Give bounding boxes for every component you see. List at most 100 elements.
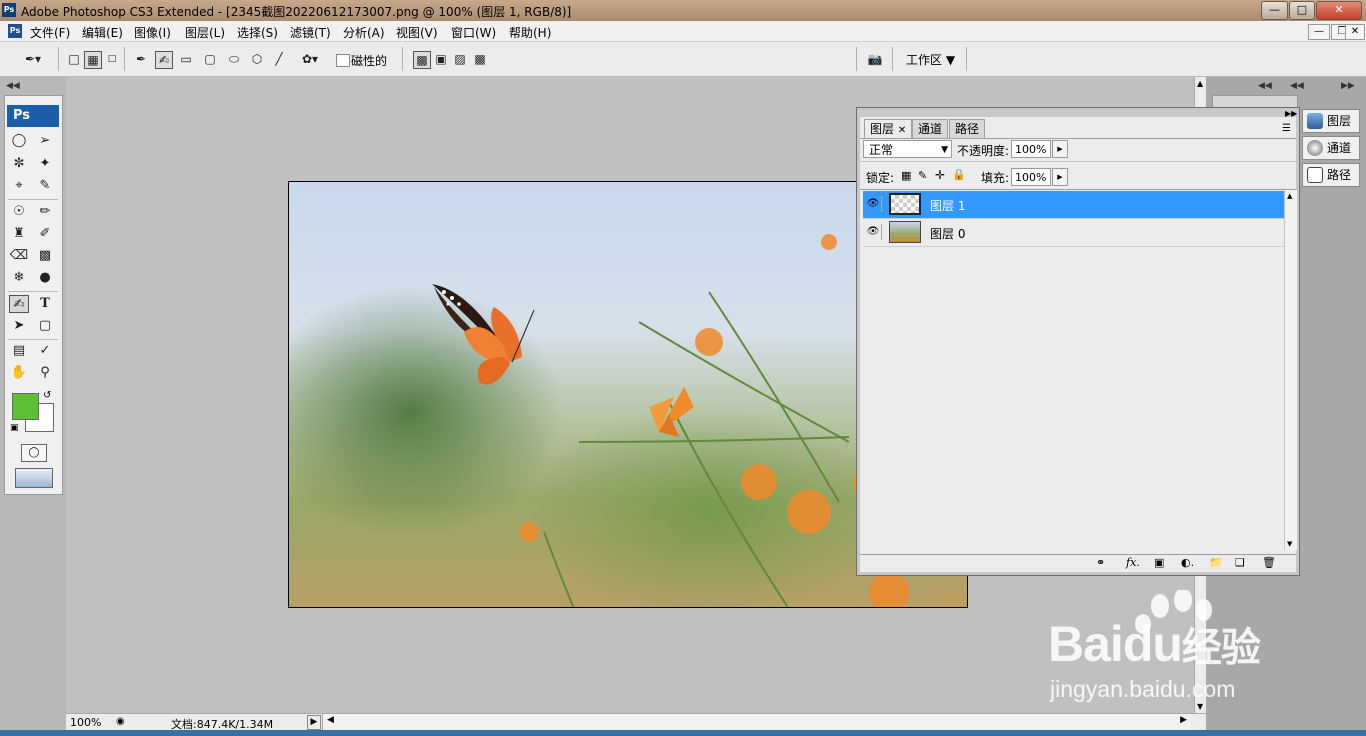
- scroll-down-icon[interactable]: ▼: [1287, 540, 1292, 548]
- fill-input[interactable]: 100%: [1011, 168, 1051, 186]
- zoom-level[interactable]: 100%: [70, 716, 101, 729]
- expand-icon[interactable]: ▶▶: [1341, 81, 1355, 91]
- path-exclude-icon[interactable]: ▩: [472, 51, 488, 67]
- magnetic-checkbox[interactable]: [336, 54, 350, 67]
- add-mask-icon[interactable]: ▣: [1154, 556, 1164, 569]
- paths-icon[interactable]: ▦: [84, 51, 102, 69]
- menu-layer[interactable]: 图层(L): [185, 24, 225, 41]
- gradient-tool-icon[interactable]: ▩: [35, 247, 55, 265]
- path-intersect-icon[interactable]: ▨: [452, 51, 468, 67]
- clone-stamp-icon[interactable]: ♜: [9, 225, 29, 243]
- hand-tool-icon[interactable]: ✋: [9, 364, 29, 382]
- menu-edit[interactable]: 编辑(E): [82, 24, 123, 41]
- minimize-button[interactable]: —: [1261, 1, 1288, 20]
- move-tool-icon[interactable]: ➢: [35, 132, 55, 150]
- rounded-rectangle-icon[interactable]: ▢: [202, 51, 218, 67]
- swap-colors-icon[interactable]: ↺: [43, 390, 51, 401]
- lasso-tool-icon[interactable]: ✼: [9, 155, 29, 173]
- layer-row-0[interactable]: 👁 图层 0: [863, 219, 1284, 247]
- magic-wand-icon[interactable]: ✦: [35, 155, 55, 173]
- document-icon[interactable]: Ps: [8, 24, 22, 38]
- dodge-tool-icon[interactable]: ●: [35, 269, 55, 287]
- maximize-button[interactable]: □: [1289, 1, 1315, 20]
- new-group-icon[interactable]: 📁: [1209, 556, 1223, 569]
- layer-style-icon[interactable]: fx.: [1126, 556, 1140, 569]
- horizontal-scrollbar[interactable]: ◀ ▶: [322, 714, 1191, 730]
- brush-tool-icon[interactable]: ✏: [35, 203, 55, 221]
- fill-slider-arrow-icon[interactable]: ▶: [1052, 168, 1068, 186]
- lock-position-icon[interactable]: ✛: [935, 168, 945, 182]
- tab-paths[interactable]: 路径: [949, 119, 986, 139]
- shape-layers-icon[interactable]: □: [66, 51, 82, 67]
- layer-row-1[interactable]: 👁 图层 1: [863, 191, 1284, 219]
- scroll-up-icon[interactable]: ▲: [1197, 79, 1203, 88]
- eyedropper-icon[interactable]: ✓: [35, 342, 55, 360]
- slice-tool-icon[interactable]: ✎: [35, 177, 55, 195]
- collapse-icon[interactable]: ◀◀: [1258, 81, 1272, 91]
- tab-layers[interactable]: 图层 ✕: [864, 119, 913, 139]
- pen-tool-icon[interactable]: ✍: [9, 295, 29, 313]
- lock-paint-icon[interactable]: ✎: [918, 169, 927, 182]
- eye-icon[interactable]: 👁: [865, 196, 882, 212]
- delete-layer-icon[interactable]: 🗑: [1262, 556, 1276, 569]
- rectangle-tool-icon[interactable]: ▭: [178, 51, 194, 67]
- status-menu-arrow-icon[interactable]: ▶: [307, 715, 321, 730]
- doc-close-button[interactable]: ✕: [1345, 24, 1365, 40]
- opacity-slider-arrow-icon[interactable]: ▶: [1052, 140, 1068, 158]
- fill-pixels-icon[interactable]: □: [104, 51, 120, 67]
- path-selection-icon[interactable]: ➤: [9, 317, 29, 335]
- blend-mode-select[interactable]: 正常 ▼: [863, 140, 952, 158]
- shape-tool-icon[interactable]: ▢: [35, 317, 55, 335]
- type-tool-icon[interactable]: T: [35, 295, 55, 313]
- close-icon[interactable]: ✕: [898, 125, 906, 136]
- menu-analysis[interactable]: 分析(A): [343, 24, 385, 41]
- menu-view[interactable]: 视图(V): [396, 24, 438, 41]
- tab-channels[interactable]: 通道: [912, 119, 949, 139]
- eye-icon[interactable]: 👁: [865, 224, 882, 240]
- menu-window[interactable]: 窗口(W): [451, 24, 496, 41]
- menu-filter[interactable]: 滤镜(T): [290, 24, 331, 41]
- opacity-input[interactable]: 100%: [1011, 140, 1051, 158]
- collapse-icon[interactable]: ◀◀: [1290, 81, 1304, 91]
- quick-mask-icon[interactable]: ◯: [21, 444, 47, 462]
- menu-image[interactable]: 图像(I): [134, 24, 171, 41]
- healing-brush-icon[interactable]: ☉: [9, 203, 29, 221]
- layer-list-scrollbar[interactable]: ▲ ▼: [1284, 190, 1297, 550]
- menu-file[interactable]: 文件(F): [30, 24, 70, 41]
- custom-shape-icon[interactable]: ✿▾: [293, 51, 327, 67]
- close-button[interactable]: ✕: [1316, 1, 1362, 20]
- collapse-icon[interactable]: ◀◀: [6, 81, 20, 91]
- foreground-color-swatch[interactable]: [12, 393, 39, 420]
- zoom-tool-icon[interactable]: ⚲: [35, 364, 55, 382]
- screen-mode-icon[interactable]: [15, 468, 53, 488]
- default-colors-icon[interactable]: ▣: [10, 423, 19, 433]
- adjustment-layer-icon[interactable]: ◐.: [1181, 556, 1194, 569]
- tool-preset-picker[interactable]: ✒▾: [18, 51, 48, 67]
- marquee-tool-icon[interactable]: ◯: [9, 132, 29, 150]
- dock-layers-button[interactable]: 图层: [1302, 109, 1360, 133]
- eraser-tool-icon[interactable]: ⌫: [9, 247, 29, 265]
- blur-tool-icon[interactable]: ❄: [9, 269, 29, 287]
- crop-tool-icon[interactable]: ⌖: [9, 177, 29, 195]
- panel-menu-icon[interactable]: ☰: [1282, 123, 1291, 134]
- line-tool-icon[interactable]: ╱: [271, 51, 287, 67]
- scroll-left-icon[interactable]: ◀: [327, 715, 334, 725]
- menu-select[interactable]: 选择(S): [237, 24, 278, 41]
- path-add-icon[interactable]: ▩: [413, 51, 431, 69]
- lock-all-icon[interactable]: 🔒: [952, 168, 966, 181]
- scroll-up-icon[interactable]: ▲: [1287, 192, 1292, 200]
- bridge-icon[interactable]: 📷: [863, 51, 887, 67]
- status-icon[interactable]: ◉: [116, 716, 125, 727]
- workspace-menu[interactable]: 工作区 ▼: [906, 51, 955, 68]
- link-layers-icon[interactable]: ⚭: [1096, 556, 1105, 569]
- doc-minimize-button[interactable]: —: [1308, 24, 1330, 40]
- menu-help[interactable]: 帮助(H): [509, 24, 551, 41]
- scroll-right-icon[interactable]: ▶: [1180, 715, 1187, 725]
- dock-paths-button[interactable]: 路径: [1302, 163, 1360, 187]
- ellipse-tool-icon[interactable]: ⬭: [226, 51, 242, 67]
- notes-tool-icon[interactable]: ▤: [9, 342, 29, 360]
- new-layer-icon[interactable]: ❏: [1235, 556, 1245, 569]
- dock-channels-button[interactable]: 通道: [1302, 136, 1360, 160]
- polygon-tool-icon[interactable]: ⬡: [249, 51, 265, 67]
- pen-tool-icon[interactable]: ✒: [133, 51, 149, 67]
